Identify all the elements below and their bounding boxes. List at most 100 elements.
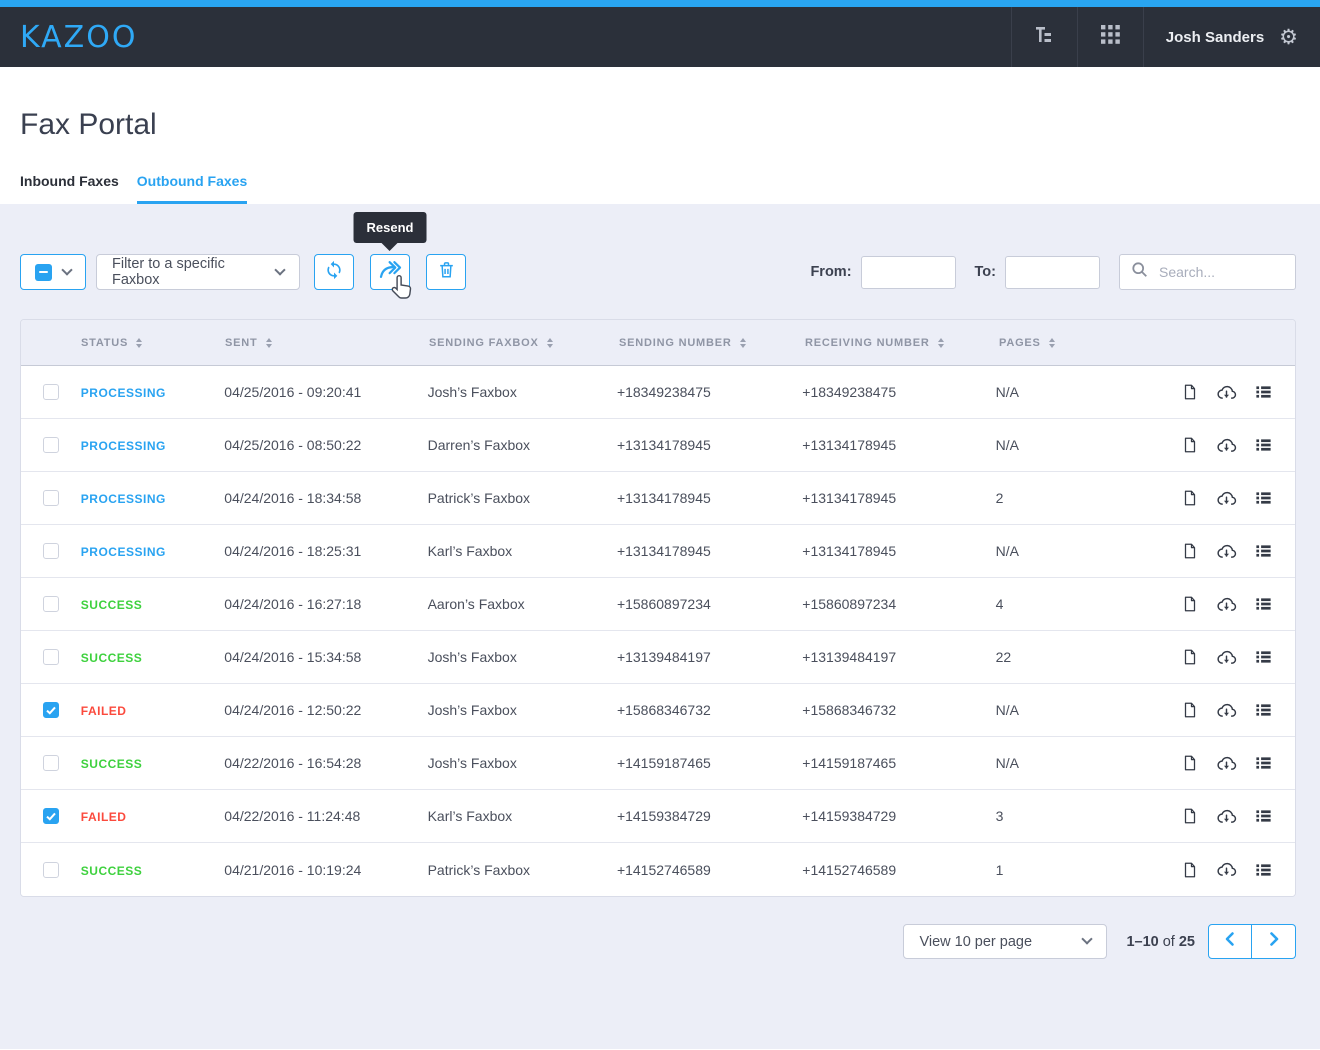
from-label: From:: [810, 264, 851, 280]
tab-inbound-faxes[interactable]: Inbound Faxes: [20, 173, 119, 204]
row-checkbox[interactable]: [43, 490, 59, 506]
sending-faxbox-cell: Patrick’s Faxbox: [428, 862, 617, 878]
refresh-icon: [324, 260, 344, 285]
sending-faxbox-cell: Josh’s Faxbox: [428, 755, 617, 771]
receiving-number-cell: +14152746589: [802, 862, 995, 878]
column-header[interactable]: SENT: [225, 337, 429, 349]
column-header[interactable]: SENDING NUMBER: [619, 337, 805, 349]
row-checkbox[interactable]: [43, 596, 59, 612]
row-checkbox[interactable]: [43, 755, 59, 771]
refresh-button[interactable]: [314, 254, 354, 290]
cloud-download-icon[interactable]: [1216, 489, 1237, 508]
pages-cell: 3: [996, 808, 1181, 824]
sort-icon[interactable]: [547, 338, 553, 348]
details-list-icon[interactable]: [1254, 489, 1273, 507]
status-label: PROCESSING: [81, 439, 166, 453]
details-list-icon[interactable]: [1254, 754, 1273, 772]
sort-icon[interactable]: [740, 338, 746, 348]
file-icon[interactable]: [1181, 382, 1199, 402]
status-label: FAILED: [81, 704, 127, 718]
sent-cell: 04/24/2016 - 18:25:31: [224, 543, 427, 559]
column-header[interactable]: SENDING FAXBOX: [429, 337, 619, 349]
table-row: SUCCESS 04/21/2016 - 10:19:24 Patrick’s …: [21, 843, 1295, 896]
details-list-icon[interactable]: [1254, 542, 1273, 560]
details-list-icon[interactable]: [1254, 595, 1273, 613]
cloud-download-icon[interactable]: [1216, 860, 1237, 879]
sent-cell: 04/21/2016 - 10:19:24: [224, 862, 427, 878]
details-list-icon[interactable]: [1254, 807, 1273, 825]
sort-icon[interactable]: [1049, 338, 1055, 348]
status-label: PROCESSING: [81, 545, 166, 559]
gear-icon[interactable]: ⚙: [1279, 27, 1298, 48]
pages-cell: N/A: [996, 755, 1181, 771]
tab-outbound-faxes[interactable]: Outbound Faxes: [137, 173, 247, 204]
file-icon[interactable]: [1181, 488, 1199, 508]
cloud-download-icon[interactable]: [1216, 383, 1237, 402]
content-area: Filter to a specific Faxbox Resend: [0, 204, 1320, 1049]
file-icon[interactable]: [1181, 700, 1199, 720]
per-page-select[interactable]: View 10 per page: [903, 924, 1107, 959]
details-list-icon[interactable]: [1254, 861, 1273, 879]
column-header[interactable]: PAGES: [999, 337, 1185, 349]
sort-icon[interactable]: [938, 338, 944, 348]
sending-number-cell: +15860897234: [617, 596, 802, 612]
details-list-icon[interactable]: [1254, 701, 1273, 719]
row-checkbox[interactable]: [43, 862, 59, 878]
select-all-dropdown[interactable]: [20, 254, 86, 290]
receiving-number-cell: +14159187465: [802, 755, 995, 771]
receiving-number-cell: +13134178945: [802, 437, 995, 453]
cloud-download-icon[interactable]: [1216, 701, 1237, 720]
search-box[interactable]: [1119, 254, 1296, 290]
account-hierarchy-button[interactable]: [1011, 7, 1077, 67]
sort-icon[interactable]: [136, 338, 142, 348]
details-list-icon[interactable]: [1254, 383, 1273, 401]
faxbox-filter-select[interactable]: Filter to a specific Faxbox: [96, 254, 300, 290]
file-icon[interactable]: [1181, 806, 1199, 826]
sent-cell: 04/25/2016 - 09:20:41: [224, 384, 427, 400]
file-icon[interactable]: [1181, 860, 1199, 880]
receiving-number-cell: +15860897234: [802, 596, 995, 612]
cloud-download-icon[interactable]: [1216, 542, 1237, 561]
cloud-download-icon[interactable]: [1216, 754, 1237, 773]
table-body: PROCESSING 04/25/2016 - 09:20:41 Josh’s …: [21, 366, 1295, 896]
details-list-icon[interactable]: [1254, 436, 1273, 454]
column-header[interactable]: STATUS: [81, 337, 225, 349]
sort-icon[interactable]: [266, 338, 272, 348]
to-date-input[interactable]: [1005, 256, 1100, 289]
cloud-download-icon[interactable]: [1216, 595, 1237, 614]
cloud-download-icon[interactable]: [1216, 648, 1237, 667]
file-icon[interactable]: [1181, 753, 1199, 773]
apps-grid-button[interactable]: [1077, 7, 1143, 67]
file-icon[interactable]: [1181, 594, 1199, 614]
from-date-input[interactable]: [861, 256, 956, 289]
page-title: Fax Portal: [20, 107, 1300, 143]
top-bar: KAZOO Josh Sanders: [0, 7, 1320, 67]
search-input[interactable]: [1157, 263, 1284, 281]
sending-number-cell: +13134178945: [617, 490, 802, 506]
delete-button[interactable]: [426, 254, 466, 290]
row-checkbox[interactable]: [43, 702, 59, 718]
user-menu[interactable]: Josh Sanders ⚙: [1143, 7, 1320, 67]
resend-button[interactable]: Resend: [370, 254, 410, 290]
cloud-download-icon[interactable]: [1216, 436, 1237, 455]
select-all-checkbox-indeterminate[interactable]: [35, 264, 52, 281]
user-name: Josh Sanders: [1166, 29, 1264, 46]
sending-faxbox-cell: Patrick’s Faxbox: [428, 490, 617, 506]
row-checkbox[interactable]: [43, 649, 59, 665]
file-icon[interactable]: [1181, 435, 1199, 455]
row-checkbox[interactable]: [43, 437, 59, 453]
row-checkbox[interactable]: [43, 384, 59, 400]
row-checkbox[interactable]: [43, 543, 59, 559]
next-page-button[interactable]: [1252, 924, 1296, 959]
row-checkbox[interactable]: [43, 808, 59, 824]
table-row: FAILED 04/22/2016 - 11:24:48 Karl’s Faxb…: [21, 790, 1295, 843]
column-header-label: SENT: [225, 337, 258, 349]
cloud-download-icon[interactable]: [1216, 807, 1237, 826]
column-header[interactable]: RECEIVING NUMBER: [805, 337, 999, 349]
table-row: SUCCESS 04/24/2016 - 15:34:58 Josh’s Fax…: [21, 631, 1295, 684]
prev-page-button[interactable]: [1208, 924, 1252, 959]
file-icon[interactable]: [1181, 647, 1199, 667]
chevron-left-icon: [1223, 931, 1237, 952]
details-list-icon[interactable]: [1254, 648, 1273, 666]
file-icon[interactable]: [1181, 541, 1199, 561]
